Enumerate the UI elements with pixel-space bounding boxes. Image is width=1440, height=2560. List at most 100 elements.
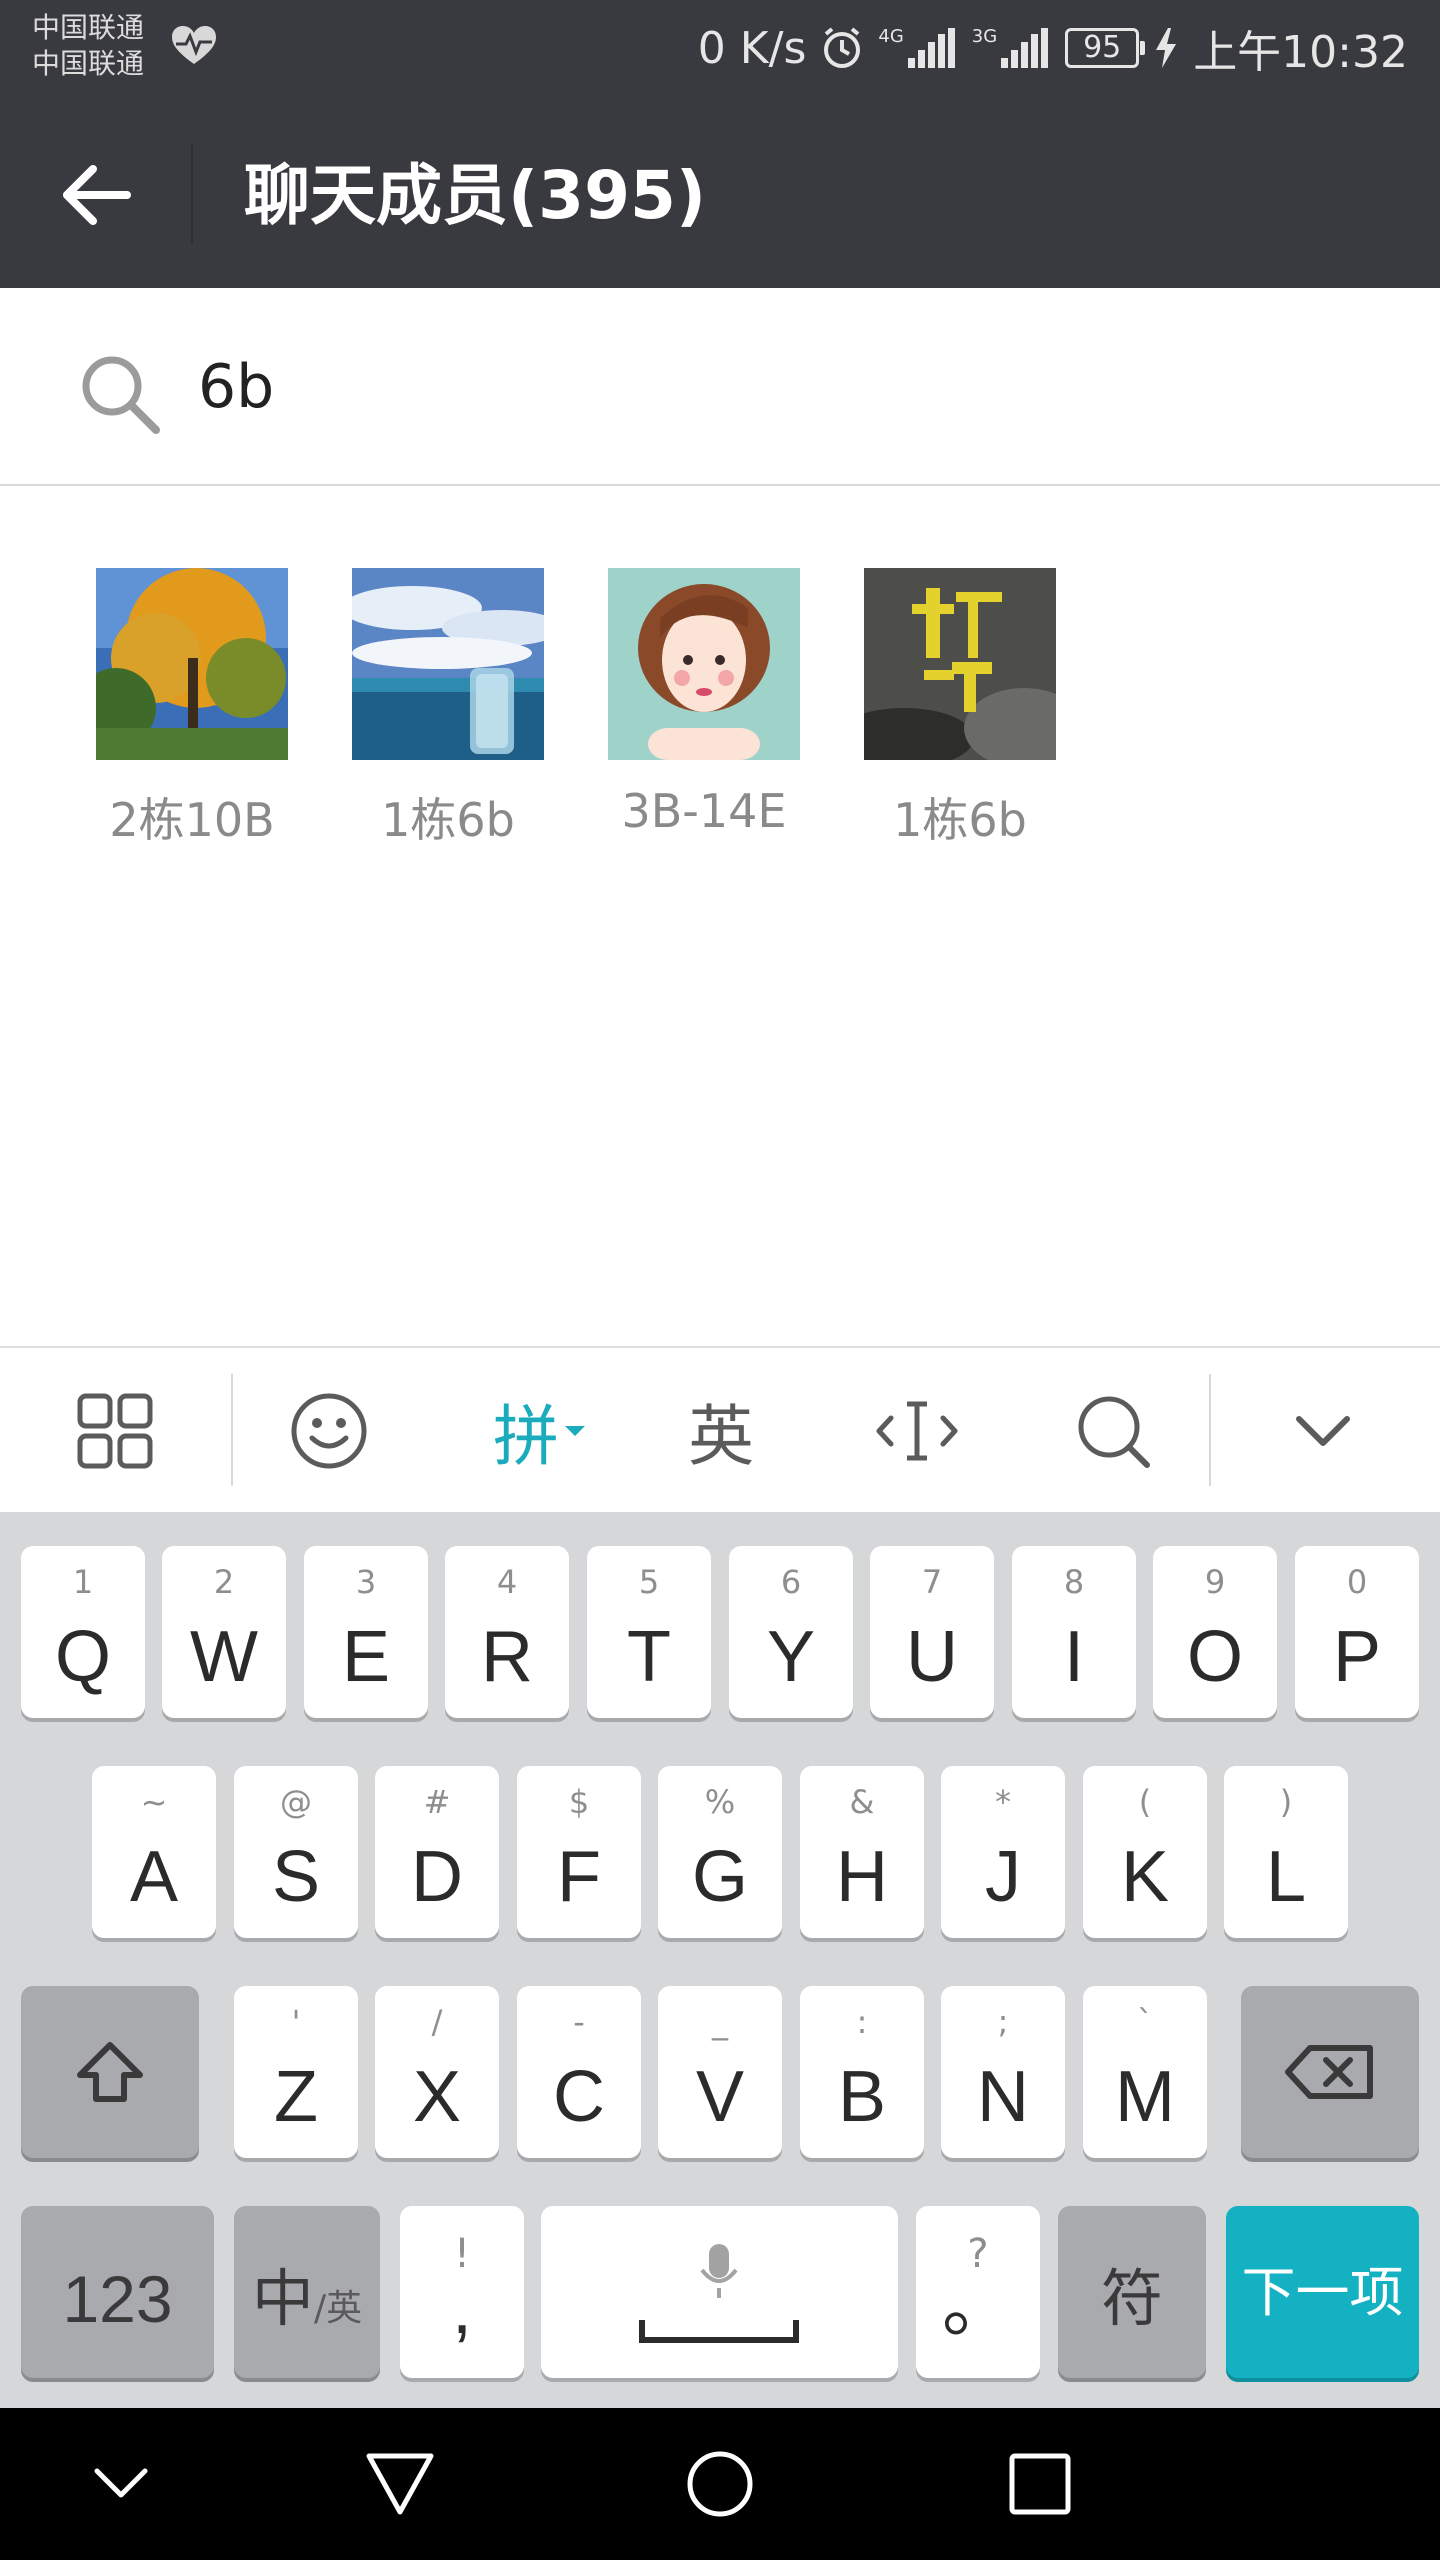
pinyin-mode-button[interactable]: 拼 [465, 1366, 615, 1496]
lang-sub-label: /英 [313, 2288, 363, 2329]
key-b[interactable]: :B [800, 1986, 924, 2158]
chevron-down-icon [1296, 1416, 1350, 1446]
member-name: 1栋6b [381, 793, 515, 847]
key-m[interactable]: ` M [1083, 1986, 1207, 2158]
backspace-key[interactable] [1241, 1986, 1419, 2158]
key-i[interactable]: 8I [1012, 1546, 1136, 1718]
key-o[interactable]: 9O [1153, 1546, 1277, 1718]
charging-icon [1156, 28, 1177, 68]
key-q[interactable]: 1Q [21, 1546, 145, 1718]
lang-main-label: 中 [251, 2262, 314, 2335]
key-w[interactable]: 2W [162, 1546, 286, 1718]
next-item-button[interactable]: 下一项 [1226, 2206, 1419, 2378]
member-name: 2栋10B [109, 793, 275, 847]
cursor-edit-button[interactable] [842, 1366, 992, 1496]
signal-4g: 4G [878, 28, 957, 68]
smiley-icon [291, 1393, 367, 1469]
member-item[interactable]: 1栋6b [864, 568, 1056, 850]
space-bar-icon [639, 2320, 799, 2343]
search-bar [0, 288, 1440, 486]
alarm-icon [824, 27, 861, 68]
carrier-labels: 中国联通 中国联通 [32, 10, 144, 82]
keyboard-search-button[interactable] [1038, 1366, 1188, 1496]
key-x[interactable]: / X [375, 1986, 499, 2158]
key-j[interactable]: * J [941, 1766, 1065, 1938]
circle-home-icon [687, 2451, 753, 2517]
nav-home-button[interactable] [665, 2434, 775, 2534]
keyboard-toolbar: 拼 英 [0, 1346, 1440, 1512]
key-k[interactable]: (K [1083, 1766, 1207, 1938]
numbers-key[interactable]: 123 [21, 2206, 214, 2378]
english-label: 英 [688, 1398, 754, 1475]
title-divider [191, 144, 193, 244]
nav-recents-button[interactable] [985, 2434, 1095, 2534]
symbols-key[interactable]: 符 [1058, 2206, 1206, 2378]
numbers-label: 123 [62, 2262, 173, 2336]
sea-glass-image [352, 568, 544, 760]
member-item[interactable]: 2栋10B [96, 568, 288, 850]
arrow-left-icon [63, 165, 131, 225]
language-switch-key[interactable]: 中/英 [234, 2206, 380, 2378]
health-heart-icon [172, 26, 216, 64]
key-h[interactable]: & H [800, 1766, 924, 1938]
status-bar: 中国联通 中国联通 0 K/s 4G 3G 95 上午10:32 [0, 0, 1440, 100]
triangle-back-icon [366, 2453, 434, 2515]
key-n[interactable]: ; N [941, 1986, 1065, 2158]
nav-back-button[interactable] [345, 2434, 455, 2534]
key-d[interactable]: # D [375, 1766, 499, 1938]
chevron-down-icon [94, 2468, 148, 2498]
key-c[interactable]: -C [517, 1986, 641, 2158]
apps-grid-button[interactable] [40, 1366, 190, 1496]
autumn-tree-image [96, 568, 288, 760]
title-bar: 聊天成员(395) [0, 100, 1440, 288]
back-button[interactable] [48, 150, 144, 240]
member-name: 1栋6b [893, 793, 1027, 847]
key-v[interactable]: _ V [658, 1986, 782, 2158]
navigation-bar [0, 2408, 1440, 2560]
avatar [96, 568, 288, 760]
shift-key[interactable] [21, 1986, 199, 2158]
pinyin-label: 拼 [493, 1398, 559, 1475]
toolbar-divider [1209, 1374, 1211, 1486]
key-t[interactable]: 5T [587, 1546, 711, 1718]
key-a[interactable]: ~ A [92, 1766, 216, 1938]
nav-hide-button[interactable] [66, 2434, 176, 2534]
key-z[interactable]: ' Z [234, 1986, 358, 2158]
net-speed: 0 K/s [697, 22, 807, 74]
signal-bars-icon [1001, 28, 1049, 68]
key-g[interactable]: % G [658, 1766, 782, 1938]
english-mode-button[interactable]: 英 [646, 1366, 796, 1496]
microphone-icon [700, 2244, 738, 2298]
search-icon [1078, 1396, 1150, 1468]
search-input[interactable] [198, 332, 1348, 442]
text-cursor-icon [876, 1401, 958, 1461]
backspace-icon [1285, 2045, 1373, 2099]
key-y[interactable]: 6Y [729, 1546, 853, 1718]
shift-arrow-icon [77, 2042, 143, 2102]
key-f[interactable]: $ F [517, 1766, 641, 1938]
emoji-button[interactable] [254, 1366, 404, 1496]
member-item[interactable]: 1栋6b [352, 568, 544, 850]
space-key[interactable] [541, 2206, 898, 2378]
member-item[interactable]: 3B-14E [608, 568, 800, 850]
clock: 上午10:32 [1193, 27, 1408, 78]
next-item-label: 下一项 [1241, 2261, 1404, 2324]
key-r[interactable]: 4R [445, 1546, 569, 1718]
comma-key[interactable]: ! , [400, 2206, 524, 2378]
period-key[interactable]: ? 。 [916, 2206, 1040, 2378]
member-name: 3B-14E [621, 784, 787, 838]
page-title: 聊天成员(395) [244, 157, 707, 234]
avatar [864, 568, 1056, 760]
toolbar-divider [231, 1374, 233, 1486]
hide-keyboard-button[interactable] [1248, 1366, 1398, 1496]
key-l[interactable]: ) L [1224, 1766, 1348, 1938]
signal-bars-icon [907, 28, 955, 68]
cartoon-girl-image [608, 568, 800, 760]
signal-3g: 3G [972, 28, 1051, 68]
grid-icon [77, 1393, 153, 1469]
key-e[interactable]: 3E [304, 1546, 428, 1718]
dropdown-triangle-icon [565, 1426, 585, 1436]
key-u[interactable]: 7U [870, 1546, 994, 1718]
key-p[interactable]: 0P [1295, 1546, 1419, 1718]
key-s[interactable]: @ S [234, 1766, 358, 1938]
